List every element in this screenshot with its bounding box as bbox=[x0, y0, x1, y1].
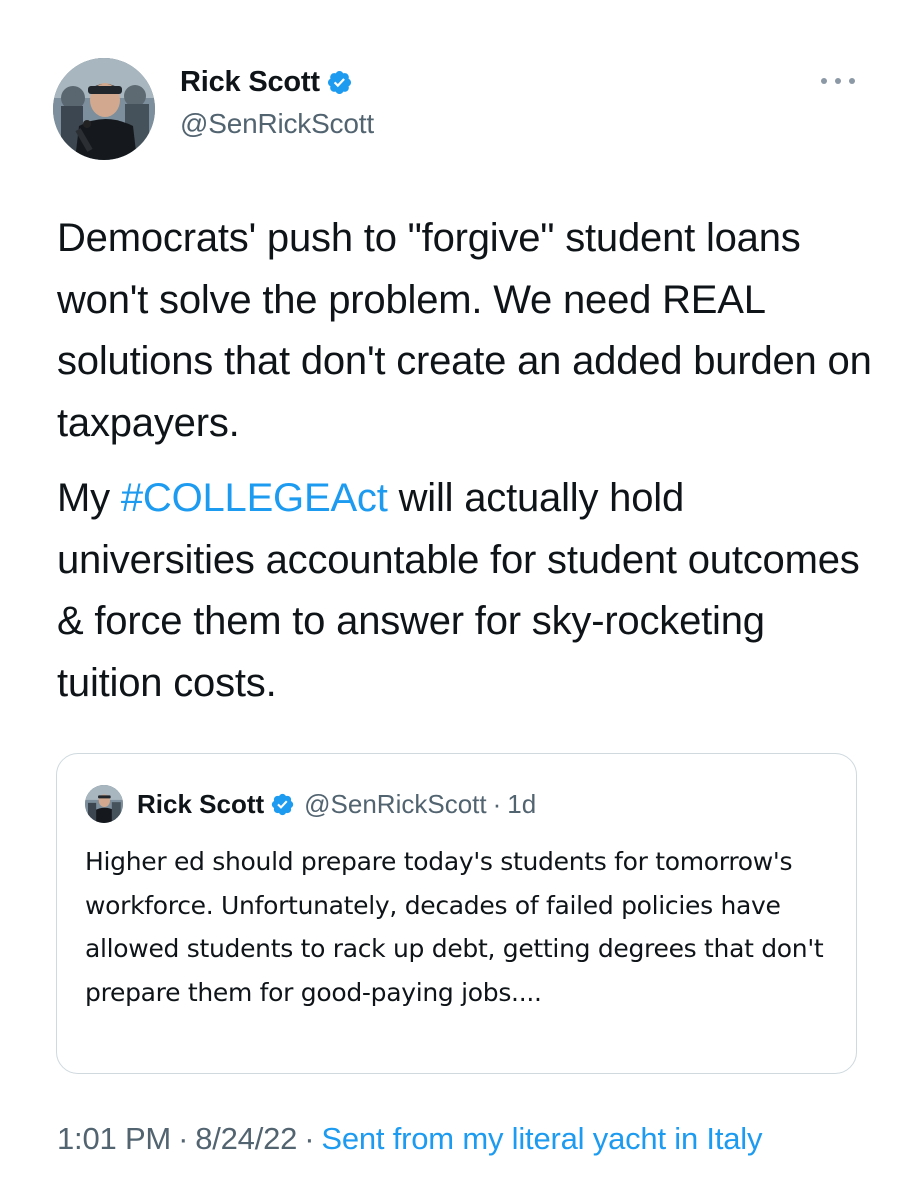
verified-badge-icon bbox=[327, 70, 351, 94]
quoted-tweet-header: Rick Scott @SenRickScott · 1d bbox=[85, 784, 536, 824]
quoted-tweet-time: 1d bbox=[507, 788, 537, 819]
more-options-icon[interactable] bbox=[821, 74, 855, 88]
author-name-row: Rick Scott bbox=[180, 64, 374, 100]
dot-icon bbox=[849, 78, 855, 84]
hashtag-link[interactable]: #COLLEGEAct bbox=[121, 476, 388, 520]
tweet-metadata: 1:01 PM · 8/24/22 · Sent from my literal yac… bbox=[57, 1121, 762, 1157]
tweet-text-segment: My bbox=[57, 476, 121, 520]
tweet-date[interactable]: 8/24/22 bbox=[195, 1121, 297, 1156]
quoted-tweet-text: Higher ed should prepare today's student… bbox=[85, 847, 824, 1007]
quoted-tweet[interactable]: Rick Scott @SenRickScott · 1d Higher ed … bbox=[56, 753, 857, 1074]
quoted-author-handle: @SenRickScott bbox=[304, 788, 487, 819]
author-display-name[interactable]: Rick Scott bbox=[180, 66, 320, 99]
tweet-time[interactable]: 1:01 PM bbox=[57, 1121, 171, 1156]
profile-photo-icon bbox=[53, 58, 155, 160]
quoted-author-avatar bbox=[85, 785, 123, 823]
tweet-text-segment: Democrats' push to "forgive" student loa… bbox=[57, 216, 872, 445]
tweet: Rick Scott @SenRickScott Democrats' push… bbox=[0, 0, 913, 1200]
author-info: Rick Scott @SenRickScott bbox=[180, 64, 374, 140]
author-avatar[interactable] bbox=[53, 58, 155, 160]
separator-dot: · bbox=[492, 788, 502, 819]
verified-badge-icon bbox=[271, 793, 294, 815]
quoted-author-name: Rick Scott bbox=[137, 788, 265, 819]
profile-photo-icon bbox=[85, 785, 123, 823]
author-handle[interactable]: @SenRickScott bbox=[180, 108, 374, 140]
tweet-paragraph-2: My #COLLEGEAct will actually hold univer… bbox=[57, 468, 877, 714]
dot-icon bbox=[821, 78, 827, 84]
tweet-text: Democrats' push to "forgive" student loa… bbox=[57, 208, 877, 714]
tweet-source-link[interactable]: Sent from my literal yacht in Italy bbox=[321, 1121, 762, 1156]
separator-dot: · bbox=[178, 1121, 189, 1156]
tweet-paragraph-1: Democrats' push to "forgive" student loa… bbox=[57, 208, 877, 454]
separator-dot: · bbox=[304, 1121, 315, 1156]
dot-icon bbox=[835, 78, 841, 84]
